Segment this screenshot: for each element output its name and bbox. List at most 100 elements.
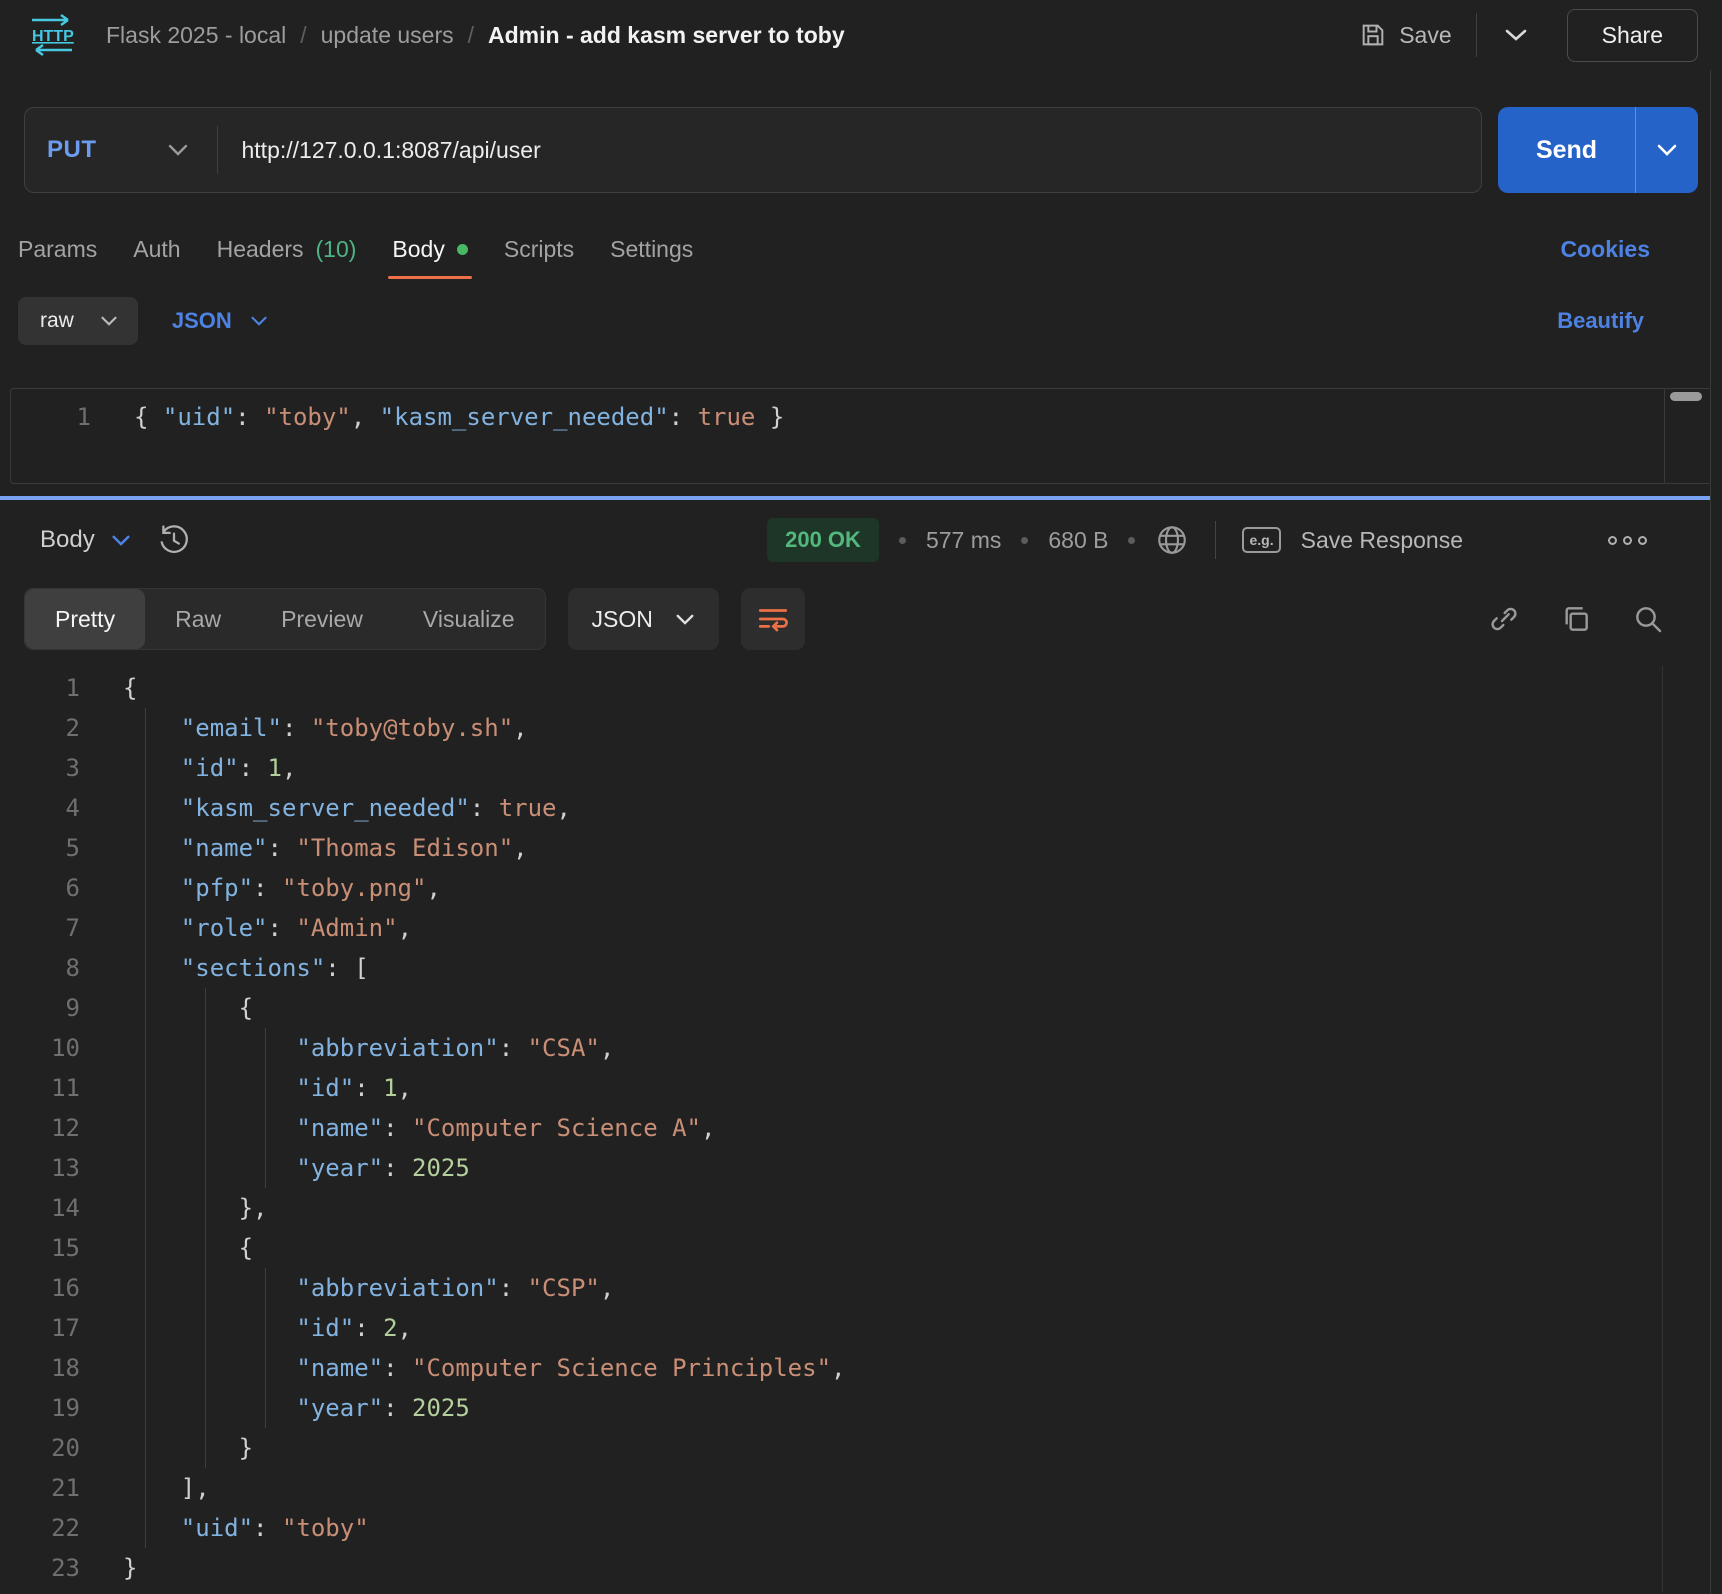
breadcrumb-separator: / — [468, 22, 474, 49]
cookies-link[interactable]: Cookies — [1561, 236, 1650, 263]
view-tab-visualize[interactable]: Visualize — [393, 589, 545, 649]
line-number: 7 — [0, 908, 80, 948]
network-globe-icon[interactable] — [1155, 523, 1189, 557]
code-line[interactable]: 22 "uid": "toby" — [0, 1508, 1722, 1548]
tab-scripts[interactable]: Scripts — [486, 219, 592, 279]
word-wrap-icon — [756, 602, 790, 636]
response-body-dropdown[interactable]: Body — [40, 526, 131, 554]
save-response-button[interactable]: Save Response — [1301, 527, 1463, 554]
url-input[interactable]: http://127.0.0.1:8087/api/user — [218, 137, 565, 164]
line-number: 13 — [0, 1148, 80, 1188]
code-line[interactable]: 19 "year": 2025 — [0, 1388, 1722, 1428]
code-line[interactable]: 17 "id": 2, — [0, 1308, 1722, 1348]
response-language-dropdown[interactable]: JSON — [568, 588, 719, 650]
search-icon[interactable] — [1632, 603, 1664, 635]
body-options-row: raw JSON Beautify — [18, 293, 1698, 349]
send-options-chevron[interactable] — [1636, 107, 1698, 193]
send-button[interactable]: Send — [1498, 107, 1698, 193]
tab-settings[interactable]: Settings — [592, 219, 711, 279]
response-toolbar: Pretty Raw Preview Visualize JSON — [24, 588, 1664, 650]
response-editor-scroll-gutter — [1662, 666, 1663, 1592]
request-tabs: Params Auth Headers (10) Body Scripts Se… — [0, 219, 1698, 279]
line-number: 23 — [0, 1548, 80, 1588]
tab-auth[interactable]: Auth — [115, 219, 198, 279]
tab-params[interactable]: Params — [0, 219, 115, 279]
response-size: 680 B — [1048, 527, 1108, 554]
code-line[interactable]: 16 "abbreviation": "CSP", — [0, 1268, 1722, 1308]
code-line[interactable]: 18 "name": "Computer Science Principles"… — [0, 1348, 1722, 1388]
response-code[interactable]: 1{2 "email": "toby@toby.sh",3 "id": 1,4 … — [0, 656, 1722, 1588]
code-line[interactable]: 9 { — [0, 988, 1722, 1028]
code-line[interactable]: 10 "abbreviation": "CSA", — [0, 1028, 1722, 1068]
body-mode-dropdown[interactable]: raw — [18, 297, 138, 345]
view-tab-preview[interactable]: Preview — [251, 589, 393, 649]
chevron-down-icon — [167, 143, 189, 157]
code-line[interactable]: 8 "sections": [ — [0, 948, 1722, 988]
code-line[interactable]: 2 "email": "toby@toby.sh", — [0, 708, 1722, 748]
beautify-link[interactable]: Beautify — [1557, 308, 1644, 334]
code-line[interactable]: 5 "name": "Thomas Edison", — [0, 828, 1722, 868]
save-button[interactable]: Save — [1345, 13, 1465, 57]
line-number: 2 — [0, 708, 80, 748]
code-line[interactable]: 11 "id": 1, — [0, 1068, 1722, 1108]
chevron-down-icon — [675, 613, 695, 626]
code-line[interactable]: 21 ], — [0, 1468, 1722, 1508]
history-icon — [157, 523, 191, 557]
chevron-down-icon — [1503, 27, 1529, 43]
code-line[interactable]: 6 "pfp": "toby.png", — [0, 868, 1722, 908]
line-number: 14 — [0, 1188, 80, 1228]
link-icon[interactable] — [1488, 603, 1520, 635]
breadcrumb-collection[interactable]: Flask 2025 - local — [106, 22, 286, 49]
indent-guide — [265, 1028, 266, 1188]
headers-count: (10) — [316, 236, 357, 263]
code-line[interactable]: 3 "id": 1, — [0, 748, 1722, 788]
line-number: 5 — [0, 828, 80, 868]
topbar: HTTP Flask 2025 - local / update users /… — [0, 0, 1722, 70]
line-number: 22 — [0, 1508, 80, 1548]
line-number: 8 — [0, 948, 80, 988]
response-history-button[interactable] — [157, 523, 191, 557]
request-code[interactable]: 1{ "uid": "toby", "kasm_server_needed": … — [11, 389, 1711, 437]
method-selector[interactable]: PUT — [25, 136, 217, 164]
share-button[interactable]: Share — [1567, 9, 1698, 62]
code-line[interactable]: 4 "kasm_server_needed": true, — [0, 788, 1722, 828]
line-number: 11 — [0, 1068, 80, 1108]
url-bar: PUT http://127.0.0.1:8087/api/user — [24, 107, 1482, 193]
breadcrumb-folder[interactable]: update users — [321, 22, 454, 49]
chevron-down-icon — [250, 315, 268, 327]
request-editor-scrollbar[interactable] — [1670, 392, 1702, 401]
breadcrumb: Flask 2025 - local / update users / Admi… — [106, 22, 845, 49]
code-line[interactable]: 20 } — [0, 1428, 1722, 1468]
code-line[interactable]: 15 { — [0, 1228, 1722, 1268]
copy-icon[interactable] — [1560, 603, 1592, 635]
code-line[interactable]: 7 "role": "Admin", — [0, 908, 1722, 948]
window-scrollbar[interactable] — [1710, 70, 1722, 1594]
body-modified-dot — [457, 244, 468, 255]
line-number: 19 — [0, 1388, 80, 1428]
save-label: Save — [1399, 22, 1451, 49]
more-options-button[interactable] — [1608, 536, 1647, 545]
code-line[interactable]: 1{ "uid": "toby", "kasm_server_needed": … — [11, 397, 1711, 437]
code-line[interactable]: 14 }, — [0, 1188, 1722, 1228]
response-view-tabs: Pretty Raw Preview Visualize — [24, 588, 546, 650]
send-label: Send — [1498, 107, 1635, 193]
code-line[interactable]: 23} — [0, 1548, 1722, 1588]
word-wrap-button[interactable] — [741, 588, 805, 650]
response-body-editor[interactable]: 1{2 "email": "toby@toby.sh",3 "id": 1,4 … — [0, 656, 1722, 1592]
request-url-row: PUT http://127.0.0.1:8087/api/user Send — [24, 107, 1698, 193]
tab-headers[interactable]: Headers (10) — [199, 219, 375, 279]
body-language-dropdown[interactable]: JSON — [172, 308, 268, 334]
view-tab-pretty[interactable]: Pretty — [25, 589, 145, 649]
tab-body[interactable]: Body — [374, 219, 485, 279]
view-tab-raw[interactable]: Raw — [145, 589, 251, 649]
code-line[interactable]: 1{ — [0, 668, 1722, 708]
save-options-chevron[interactable] — [1487, 17, 1545, 53]
response-header: Body 200 OK 577 ms 680 B e.g. Save Respo… — [0, 500, 1722, 572]
chevron-down-icon — [100, 315, 118, 327]
line-number: 15 — [0, 1228, 80, 1268]
line-number: 4 — [0, 788, 80, 828]
request-body-editor[interactable]: 1{ "uid": "toby", "kasm_server_needed": … — [10, 388, 1712, 484]
code-line[interactable]: 12 "name": "Computer Science A", — [0, 1108, 1722, 1148]
code-line[interactable]: 13 "year": 2025 — [0, 1148, 1722, 1188]
svg-text:HTTP: HTTP — [32, 28, 74, 45]
